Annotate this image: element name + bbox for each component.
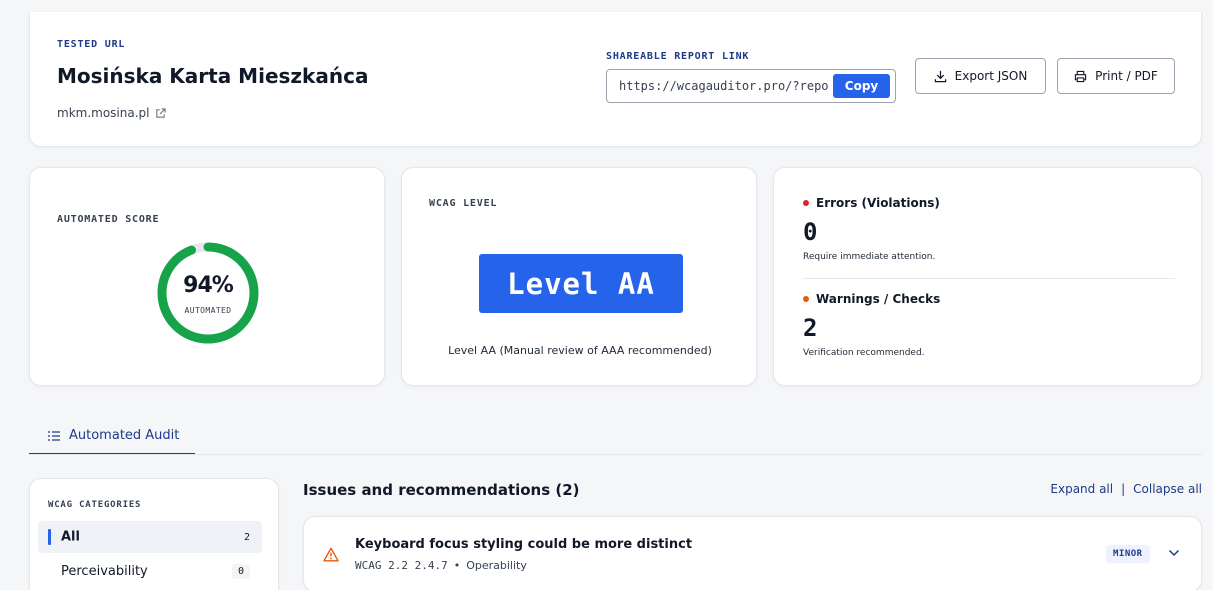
wcag-level-card: WCAG LEVEL Level AA Level AA (Manual rev… <box>401 167 757 386</box>
export-json-label: Export JSON <box>954 69 1028 83</box>
site-title: Mosińska Karta Mieszkańca <box>57 64 369 88</box>
errors-description: Require immediate attention. <box>803 252 936 262</box>
issue-wcag-code: WCAG 2.2 2.4.7 <box>355 559 448 572</box>
share-link-label: SHAREABLE REPORT LINK <box>606 51 750 62</box>
category-item-label: All <box>48 529 80 545</box>
errors-count: 0 <box>803 218 818 246</box>
printer-icon <box>1075 70 1087 82</box>
score-value: 94% <box>183 273 234 298</box>
download-icon <box>934 70 946 82</box>
score-sub-label: AUTOMATED <box>184 306 232 315</box>
site-url-text[interactable]: mkm.mosina.pl <box>57 106 149 120</box>
wcag-level-badge: Level AA <box>479 254 683 313</box>
errors-label-text: Errors (Violations) <box>816 196 940 210</box>
meta-separator: • <box>453 559 461 572</box>
report-header-card: TESTED URL Mosińska Karta Mieszkańca mkm… <box>29 12 1202 147</box>
warning-dot-icon <box>803 296 809 302</box>
warning-triangle-icon <box>323 547 339 562</box>
category-count: 0 <box>231 563 250 579</box>
tab-automated-audit-label: Automated Audit <box>69 428 180 443</box>
issue-summary-card: Errors (Violations) 0 Require immediate … <box>773 167 1202 386</box>
tested-url-label: TESTED URL <box>57 39 126 50</box>
category-count: 2 <box>243 531 250 543</box>
share-link-value[interactable]: https://wcagauditor.pro/?repo <box>619 79 829 93</box>
tab-automated-audit[interactable]: Automated Audit <box>29 418 195 455</box>
categories-title: WCAG CATEGORIES <box>48 500 142 510</box>
issues-heading: Issues and recommendations (2) <box>303 481 580 499</box>
automated-score-label: AUTOMATED SCORE <box>57 214 160 225</box>
warnings-count: 2 <box>803 314 818 342</box>
external-link-icon <box>156 107 167 118</box>
share-link-field[interactable]: https://wcagauditor.pro/?repo Copy <box>606 69 896 103</box>
copy-button[interactable]: Copy <box>833 74 890 98</box>
wcag-level-note: Level AA (Manual review of AAA recommend… <box>448 344 712 357</box>
print-pdf-button[interactable]: Print / PDF <box>1057 58 1175 94</box>
summary-divider <box>803 278 1175 279</box>
score-ring: 94% AUTOMATED <box>155 240 261 346</box>
issue-item[interactable]: Keyboard focus styling could be more dis… <box>303 516 1202 590</box>
expand-all-link[interactable]: Expand all <box>1050 482 1113 496</box>
warnings-description: Verification recommended. <box>803 348 925 358</box>
errors-label: Errors (Violations) <box>803 196 940 210</box>
collapse-all-link[interactable]: Collapse all <box>1133 482 1202 496</box>
active-indicator <box>48 529 51 545</box>
site-url-link[interactable]: mkm.mosina.pl <box>57 106 167 120</box>
category-item-perceivability[interactable]: Perceivability 0 <box>38 555 262 587</box>
issue-meta: WCAG 2.2 2.4.7 • Operability <box>355 559 527 572</box>
issues-actions: Expand all | Collapse all <box>1050 482 1202 496</box>
export-json-button[interactable]: Export JSON <box>915 58 1046 94</box>
warnings-label-text: Warnings / Checks <box>816 292 941 306</box>
tab-divider <box>29 454 1202 455</box>
actions-separator: | <box>1121 482 1126 496</box>
print-pdf-label: Print / PDF <box>1095 69 1158 83</box>
category-item-all[interactable]: All 2 <box>38 521 262 553</box>
warnings-label: Warnings / Checks <box>803 292 940 306</box>
list-check-icon <box>48 430 60 441</box>
category-all-text: All <box>61 529 80 545</box>
automated-score-card: AUTOMATED SCORE 94% AUTOMATED <box>29 167 385 386</box>
category-item-label: Perceivability <box>61 563 148 579</box>
chevron-down-icon[interactable] <box>1168 549 1180 557</box>
wcag-level-label: WCAG LEVEL <box>429 198 498 209</box>
wcag-categories-card: WCAG CATEGORIES All 2 Perceivability 0 <box>29 478 279 590</box>
issue-category: Operability <box>466 559 527 572</box>
issue-title: Keyboard focus styling could be more dis… <box>355 537 693 552</box>
error-dot-icon <box>803 200 809 206</box>
severity-badge: MINOR <box>1106 545 1150 563</box>
